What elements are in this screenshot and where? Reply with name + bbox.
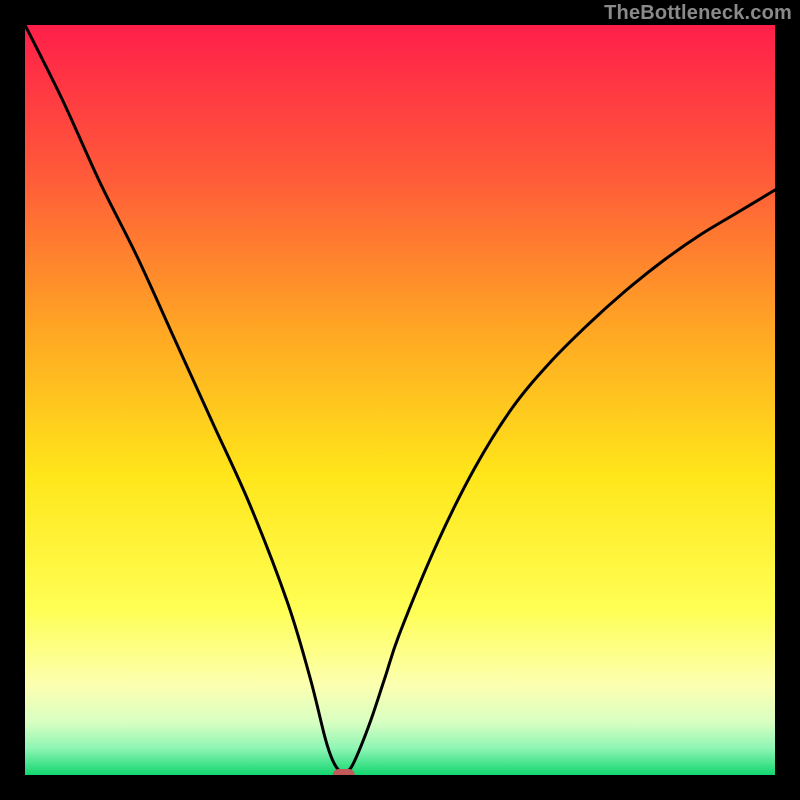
chart-container: { "watermark": "TheBottleneck.com", "cha…: [0, 0, 800, 800]
watermark-text: TheBottleneck.com: [604, 2, 792, 25]
plot-svg: [25, 25, 775, 775]
minimum-marker: [333, 769, 355, 775]
gradient-background: [25, 25, 775, 775]
plot-area: [25, 25, 775, 775]
